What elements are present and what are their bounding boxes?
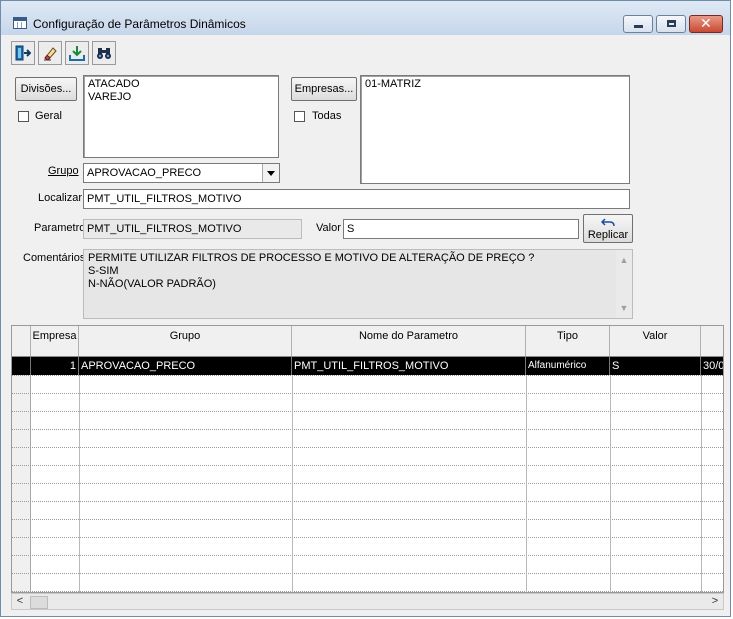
list-item[interactable]: VAREJO [88, 91, 274, 104]
scroll-right-icon[interactable]: > [708, 594, 722, 609]
geral-checkbox[interactable] [18, 111, 29, 122]
localizar-label: Localizar [38, 192, 83, 204]
cell-extra[interactable]: 30/0 [701, 357, 723, 375]
cell-grupo[interactable]: APROVACAO_PRECO [79, 357, 292, 375]
table-row[interactable]: 1 APROVACAO_PRECO PMT_UTIL_FILTROS_MOTIV… [12, 357, 723, 375]
divisoes-button[interactable]: Divisões... [15, 77, 77, 101]
list-item[interactable]: 01-MATRIZ [365, 78, 625, 91]
comentarios-memo[interactable]: ▲ ▼ PERMITE UTILIZAR FILTROS DE PROCESSO… [83, 249, 633, 319]
comment-line: PERMITE UTILIZAR FILTROS DE PROCESSO E M… [88, 252, 535, 264]
col-grupo[interactable]: Grupo [79, 326, 292, 356]
grid-row-line [12, 375, 723, 376]
minimize-icon [634, 25, 643, 28]
grid-row-line [12, 393, 723, 394]
grid-column-line [526, 375, 527, 592]
parametros-grid[interactable]: Empresa Grupo Nome do Parametro Tipo Val… [11, 325, 724, 593]
scroll-up-icon[interactable]: ▲ [619, 256, 629, 265]
grid-column-line [292, 375, 293, 592]
geral-label: Geral [35, 110, 62, 122]
close-button[interactable]: ✕ [689, 15, 723, 33]
replicar-button[interactable]: Replicar [583, 214, 633, 243]
list-item[interactable]: ATACADO [88, 78, 274, 91]
grid-row-line [12, 501, 723, 502]
grid-row-line [12, 411, 723, 412]
comentarios-label: Comentários [23, 252, 86, 264]
col-empresa[interactable]: Empresa [31, 326, 79, 356]
close-icon: ✕ [700, 16, 712, 32]
grid-column-line [79, 375, 80, 592]
valor-label: Valor [316, 222, 341, 234]
minimize-button[interactable] [623, 15, 653, 33]
scroll-thumb[interactable] [30, 596, 48, 609]
chevron-down-icon[interactable] [262, 164, 279, 182]
row-indicator [12, 357, 31, 375]
save-button[interactable] [65, 41, 89, 65]
grid-header: Empresa Grupo Nome do Parametro Tipo Val… [12, 326, 723, 357]
grupo-select[interactable]: APROVACAO_PRECO [83, 163, 280, 183]
empresas-list[interactable]: 01-MATRIZ [360, 75, 630, 184]
binoculars-icon [97, 48, 111, 59]
horizontal-scrollbar[interactable]: < > [11, 593, 724, 610]
parametro-field: PMT_UTIL_FILTROS_MOTIVO [83, 219, 302, 239]
cell-tipo[interactable]: Alfanumérico [526, 357, 610, 375]
grid-row-line [12, 555, 723, 556]
grid-row-line [12, 573, 723, 574]
window-title: Configuração de Parâmetros Dinâmicos [33, 17, 246, 31]
grid-column-line [701, 375, 702, 592]
grupo-label: Grupo [48, 165, 79, 177]
replicar-label: Replicar [587, 229, 629, 241]
valor-input[interactable]: S [343, 219, 579, 239]
grid-row-line [12, 483, 723, 484]
grid-corner [12, 326, 31, 356]
app-grid-icon [13, 17, 27, 29]
save-icon [69, 46, 85, 61]
grid-row-line [12, 447, 723, 448]
grid-column-line [610, 375, 611, 592]
exit-icon [15, 45, 31, 61]
grid-row-line [12, 465, 723, 466]
eraser-icon [44, 47, 57, 61]
exit-button[interactable] [11, 41, 35, 65]
grupo-value: APROVACAO_PRECO [87, 167, 202, 179]
cell-nome[interactable]: PMT_UTIL_FILTROS_MOTIVO [292, 357, 526, 375]
grid-row-line [12, 519, 723, 520]
col-valor[interactable]: Valor [610, 326, 701, 356]
maximize-icon [667, 20, 676, 27]
undo-arrow-icon [584, 217, 632, 229]
search-button[interactable] [92, 41, 116, 65]
col-tipo[interactable]: Tipo [526, 326, 610, 356]
title-bar: Configuração de Parâmetros Dinâmicos ✕ [1, 1, 730, 35]
col-nome[interactable]: Nome do Parametro [292, 326, 526, 356]
grid-row-line [12, 591, 723, 592]
maximize-button[interactable] [656, 15, 686, 33]
cell-valor[interactable]: S [610, 357, 701, 375]
cell-empresa[interactable]: 1 [31, 357, 79, 375]
memo-scrollbar[interactable]: ▲ ▼ [616, 250, 632, 318]
col-extra[interactable] [701, 326, 723, 356]
divisoes-list[interactable]: ATACADO VAREJO [83, 75, 279, 158]
todas-checkbox[interactable] [294, 111, 305, 122]
scroll-left-icon[interactable]: < [13, 594, 27, 609]
empresas-button[interactable]: Empresas... [291, 77, 357, 101]
clear-button[interactable] [38, 41, 62, 65]
row-indicator-column [12, 375, 31, 592]
localizar-input[interactable]: PMT_UTIL_FILTROS_MOTIVO [83, 189, 630, 209]
parametro-label: Parametro [34, 222, 86, 234]
main-window: Configuração de Parâmetros Dinâmicos ✕ D… [0, 0, 731, 617]
todas-label: Todas [312, 110, 342, 122]
comment-line: N-NÃO(VALOR PADRÃO) [88, 278, 216, 290]
grid-row-line [12, 537, 723, 538]
comment-line: S-SIM [88, 265, 119, 277]
scroll-down-icon[interactable]: ▼ [619, 304, 629, 313]
grid-row-line [12, 429, 723, 430]
